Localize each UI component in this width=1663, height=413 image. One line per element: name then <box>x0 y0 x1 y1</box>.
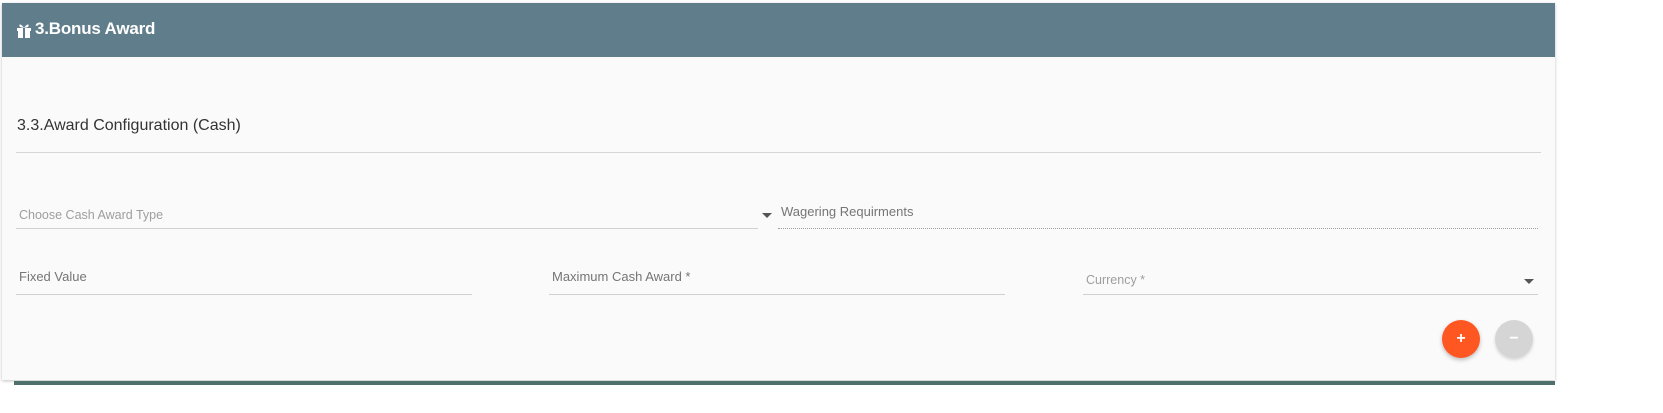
section-title: 3.3.Award Configuration (Cash) <box>17 117 241 134</box>
section-divider <box>16 152 1541 153</box>
currency-underline <box>1083 294 1538 295</box>
wagering-requirements-underline <box>778 227 1538 229</box>
bonus-award-panel: 3.Bonus Award 3.3.Award Configuration (C… <box>2 3 1555 380</box>
fixed-value-field[interactable]: Fixed Value <box>16 255 472 295</box>
maximum-cash-award-label: Maximum Cash Award * <box>552 269 691 284</box>
panel-header: 3.Bonus Award <box>2 3 1555 57</box>
fixed-value-underline <box>16 294 472 295</box>
next-section-edge <box>14 381 1555 385</box>
chevron-down-icon <box>762 213 772 218</box>
gift-icon <box>17 24 31 38</box>
maximum-cash-award-underline <box>549 294 1005 295</box>
wagering-requirements-label: Wagering Requirments <box>781 204 914 219</box>
wagering-requirements-field[interactable]: Wagering Requirments <box>778 189 1538 229</box>
currency-select[interactable]: Currency * <box>1083 255 1538 295</box>
add-button[interactable]: + <box>1442 320 1480 358</box>
remove-button[interactable]: − <box>1495 320 1533 358</box>
fixed-value-label: Fixed Value <box>19 269 87 284</box>
cash-award-type-underline <box>16 228 758 229</box>
cash-award-type-placeholder: Choose Cash Award Type <box>19 208 164 222</box>
panel-title: 3.Bonus Award <box>35 19 156 38</box>
chevron-down-icon <box>1524 279 1534 284</box>
maximum-cash-award-field[interactable]: Maximum Cash Award * <box>549 255 1005 295</box>
currency-placeholder: Currency * <box>1086 273 1146 287</box>
cash-award-type-select[interactable]: Choose Cash Award Type <box>16 189 774 229</box>
